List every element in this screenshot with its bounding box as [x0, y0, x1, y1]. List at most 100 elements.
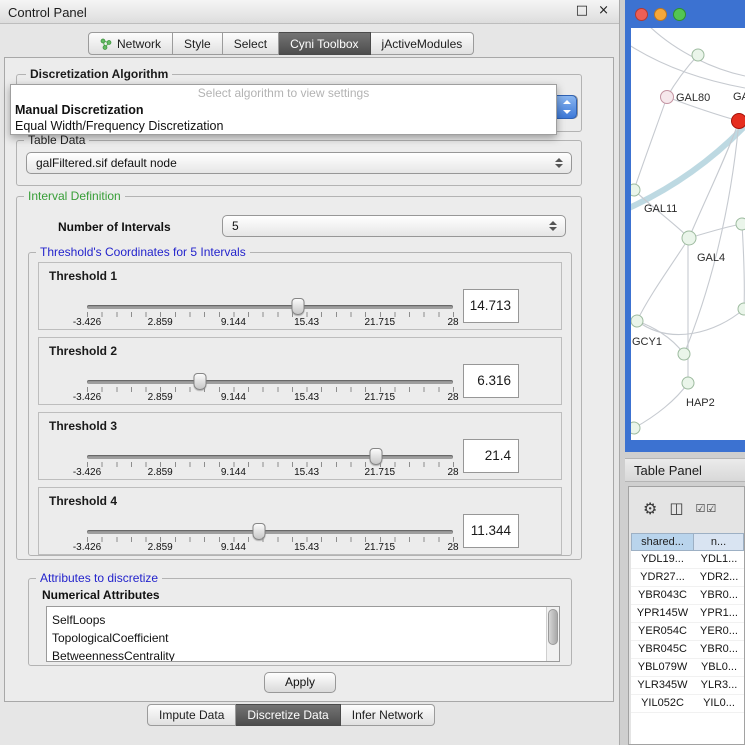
cell[interactable]: YBR0... [694, 641, 744, 658]
cell[interactable]: YBL079W [631, 659, 694, 676]
list-item-topologicalcoefficient[interactable]: TopologicalCoefficient [47, 629, 559, 647]
table-row[interactable]: YBL079WYBL0... [631, 659, 744, 677]
table-panel-titlebar: Table Panel [625, 458, 745, 482]
interval-definition-label: Interval Definition [24, 189, 125, 203]
table-panel-title: Table Panel [634, 463, 702, 478]
network-node-selected-red[interactable] [732, 114, 745, 129]
number-of-intervals-combobox[interactable]: 5 [222, 215, 566, 237]
node-label-gal11: GAL11 [644, 203, 677, 215]
network-node[interactable] [692, 49, 704, 61]
close-icon[interactable]: × [598, 3, 609, 18]
table-row[interactable]: YIL052CYIL0... [631, 695, 744, 713]
threshold-2-slider[interactable] [87, 380, 453, 384]
network-node-gal4[interactable] [682, 231, 696, 245]
menu-item-manual-discretization[interactable]: Manual Discretization [11, 102, 556, 118]
cell[interactable]: YPR1... [694, 605, 744, 622]
list-scrollbar[interactable] [546, 607, 559, 661]
cell[interactable]: YBR0... [694, 587, 744, 604]
scale-label: 28 [447, 392, 458, 403]
cell[interactable]: YDR2... [694, 569, 744, 586]
table-row[interactable]: YBR043CYBR0... [631, 587, 744, 605]
table-row[interactable]: YLR345WYLR3... [631, 677, 744, 695]
tab-cyni-toolbox[interactable]: Cyni Toolbox [279, 32, 370, 55]
scale-label: 21.715 [365, 542, 396, 553]
column-header-name[interactable]: n... [694, 533, 744, 551]
apply-button[interactable]: Apply [264, 672, 336, 693]
threshold-2-value-field[interactable]: 6.316 [463, 364, 519, 398]
cell[interactable]: YLR345W [631, 677, 694, 694]
float-window-icon[interactable]: □ [576, 3, 588, 18]
cell[interactable]: YDL19... [631, 551, 694, 568]
tab-network[interactable]: Network [88, 32, 173, 55]
minimize-window-icon[interactable] [654, 8, 667, 21]
threshold-3-slider[interactable] [87, 455, 453, 459]
tab-select[interactable]: Select [223, 32, 279, 55]
scale-label: 15.43 [294, 392, 319, 403]
cell[interactable]: YER0... [694, 623, 744, 640]
table-row[interactable]: YER054CYER0... [631, 623, 744, 641]
cell[interactable]: YIL052C [631, 695, 694, 712]
menu-item-equal-width-frequency[interactable]: Equal Width/Frequency Discretization [11, 118, 556, 134]
scale-label: 15.43 [294, 542, 319, 553]
scale-label: 15.43 [294, 467, 319, 478]
network-node-gcy1[interactable] [631, 315, 643, 327]
combo-arrows-icon[interactable] [555, 95, 577, 119]
tab-infer-network[interactable]: Infer Network [341, 704, 435, 726]
select-columns-icon[interactable]: ☑☑ [696, 502, 718, 515]
gear-icon[interactable]: ⚙ [643, 499, 657, 518]
network-node-gal80[interactable] [661, 91, 674, 104]
tab-discretize-data[interactable]: Discretize Data [236, 704, 340, 726]
cell[interactable]: YBL0... [694, 659, 744, 676]
tab-jactivemodules[interactable]: jActiveModules [371, 32, 475, 55]
scale-label: 9.144 [221, 542, 246, 553]
network-canvas[interactable]: GAL80 GA GAL11 GAL4 GCY1 HAP2 [631, 28, 745, 440]
number-of-intervals-label: Number of Intervals [58, 220, 171, 234]
scale-label: 28 [447, 317, 458, 328]
scale-label: 2.859 [148, 317, 173, 328]
window-buttons: □ × [576, 3, 609, 18]
tab-style[interactable]: Style [173, 32, 223, 55]
scrollbar-thumb[interactable] [548, 609, 558, 645]
network-node[interactable] [631, 422, 640, 434]
table-row[interactable]: YDL19...YDL1... [631, 551, 744, 569]
threshold-1-value-field[interactable]: 14.713 [463, 289, 519, 323]
threshold-3-value-field[interactable]: 21.4 [463, 439, 519, 473]
close-window-icon[interactable] [635, 8, 648, 21]
cell[interactable]: YER054C [631, 623, 694, 640]
table-header-row: shared... n... [631, 533, 744, 551]
threshold-1-slider[interactable] [87, 305, 453, 309]
tab-label: Cyni Toolbox [290, 37, 358, 51]
network-node[interactable] [736, 218, 745, 230]
network-node-gal11[interactable] [631, 184, 640, 196]
algorithm-dropdown-popup: Select algorithm to view settings Manual… [10, 84, 557, 135]
network-node[interactable] [678, 348, 690, 360]
threshold-4-slider[interactable] [87, 530, 453, 534]
list-item-selfloops[interactable]: SelfLoops [47, 611, 559, 629]
tab-label: Infer Network [352, 708, 423, 722]
table-row[interactable]: YPR145WYPR1... [631, 605, 744, 623]
cell[interactable]: YPR145W [631, 605, 694, 622]
zoom-window-icon[interactable] [673, 8, 686, 21]
scale-label: 15.43 [294, 317, 319, 328]
tab-impute-data[interactable]: Impute Data [147, 704, 236, 726]
cell[interactable]: YLR3... [694, 677, 744, 694]
threshold-4-value-field[interactable]: 11.344 [463, 514, 519, 548]
node-label-hap2: HAP2 [686, 397, 715, 409]
cell[interactable]: YBR043C [631, 587, 694, 604]
cell[interactable]: YBR045C [631, 641, 694, 658]
threshold-1-panel: Threshold 1 -3.426 2.859 9.144 15.43 21.… [38, 262, 562, 330]
network-node[interactable] [738, 303, 745, 315]
scale-label: 21.715 [365, 467, 396, 478]
table-data-combobox[interactable]: galFiltered.sif default node [26, 152, 572, 174]
cell[interactable]: YDR27... [631, 569, 694, 586]
table-row[interactable]: YDR27...YDR2... [631, 569, 744, 587]
list-item-betweennesscentrality[interactable]: BetweennessCentrality [47, 647, 559, 662]
table-row[interactable]: YBR045CYBR0... [631, 641, 744, 659]
tab-label: Style [184, 37, 211, 51]
column-header-shared-name[interactable]: shared... [631, 533, 694, 551]
cell[interactable]: YDL1... [694, 551, 744, 568]
columns-icon[interactable]: ◫ [669, 499, 683, 517]
cell[interactable]: YIL0... [694, 695, 744, 712]
numerical-attributes-list[interactable]: SelfLoops TopologicalCoefficient Between… [46, 606, 560, 662]
network-node-hap2[interactable] [682, 377, 694, 389]
